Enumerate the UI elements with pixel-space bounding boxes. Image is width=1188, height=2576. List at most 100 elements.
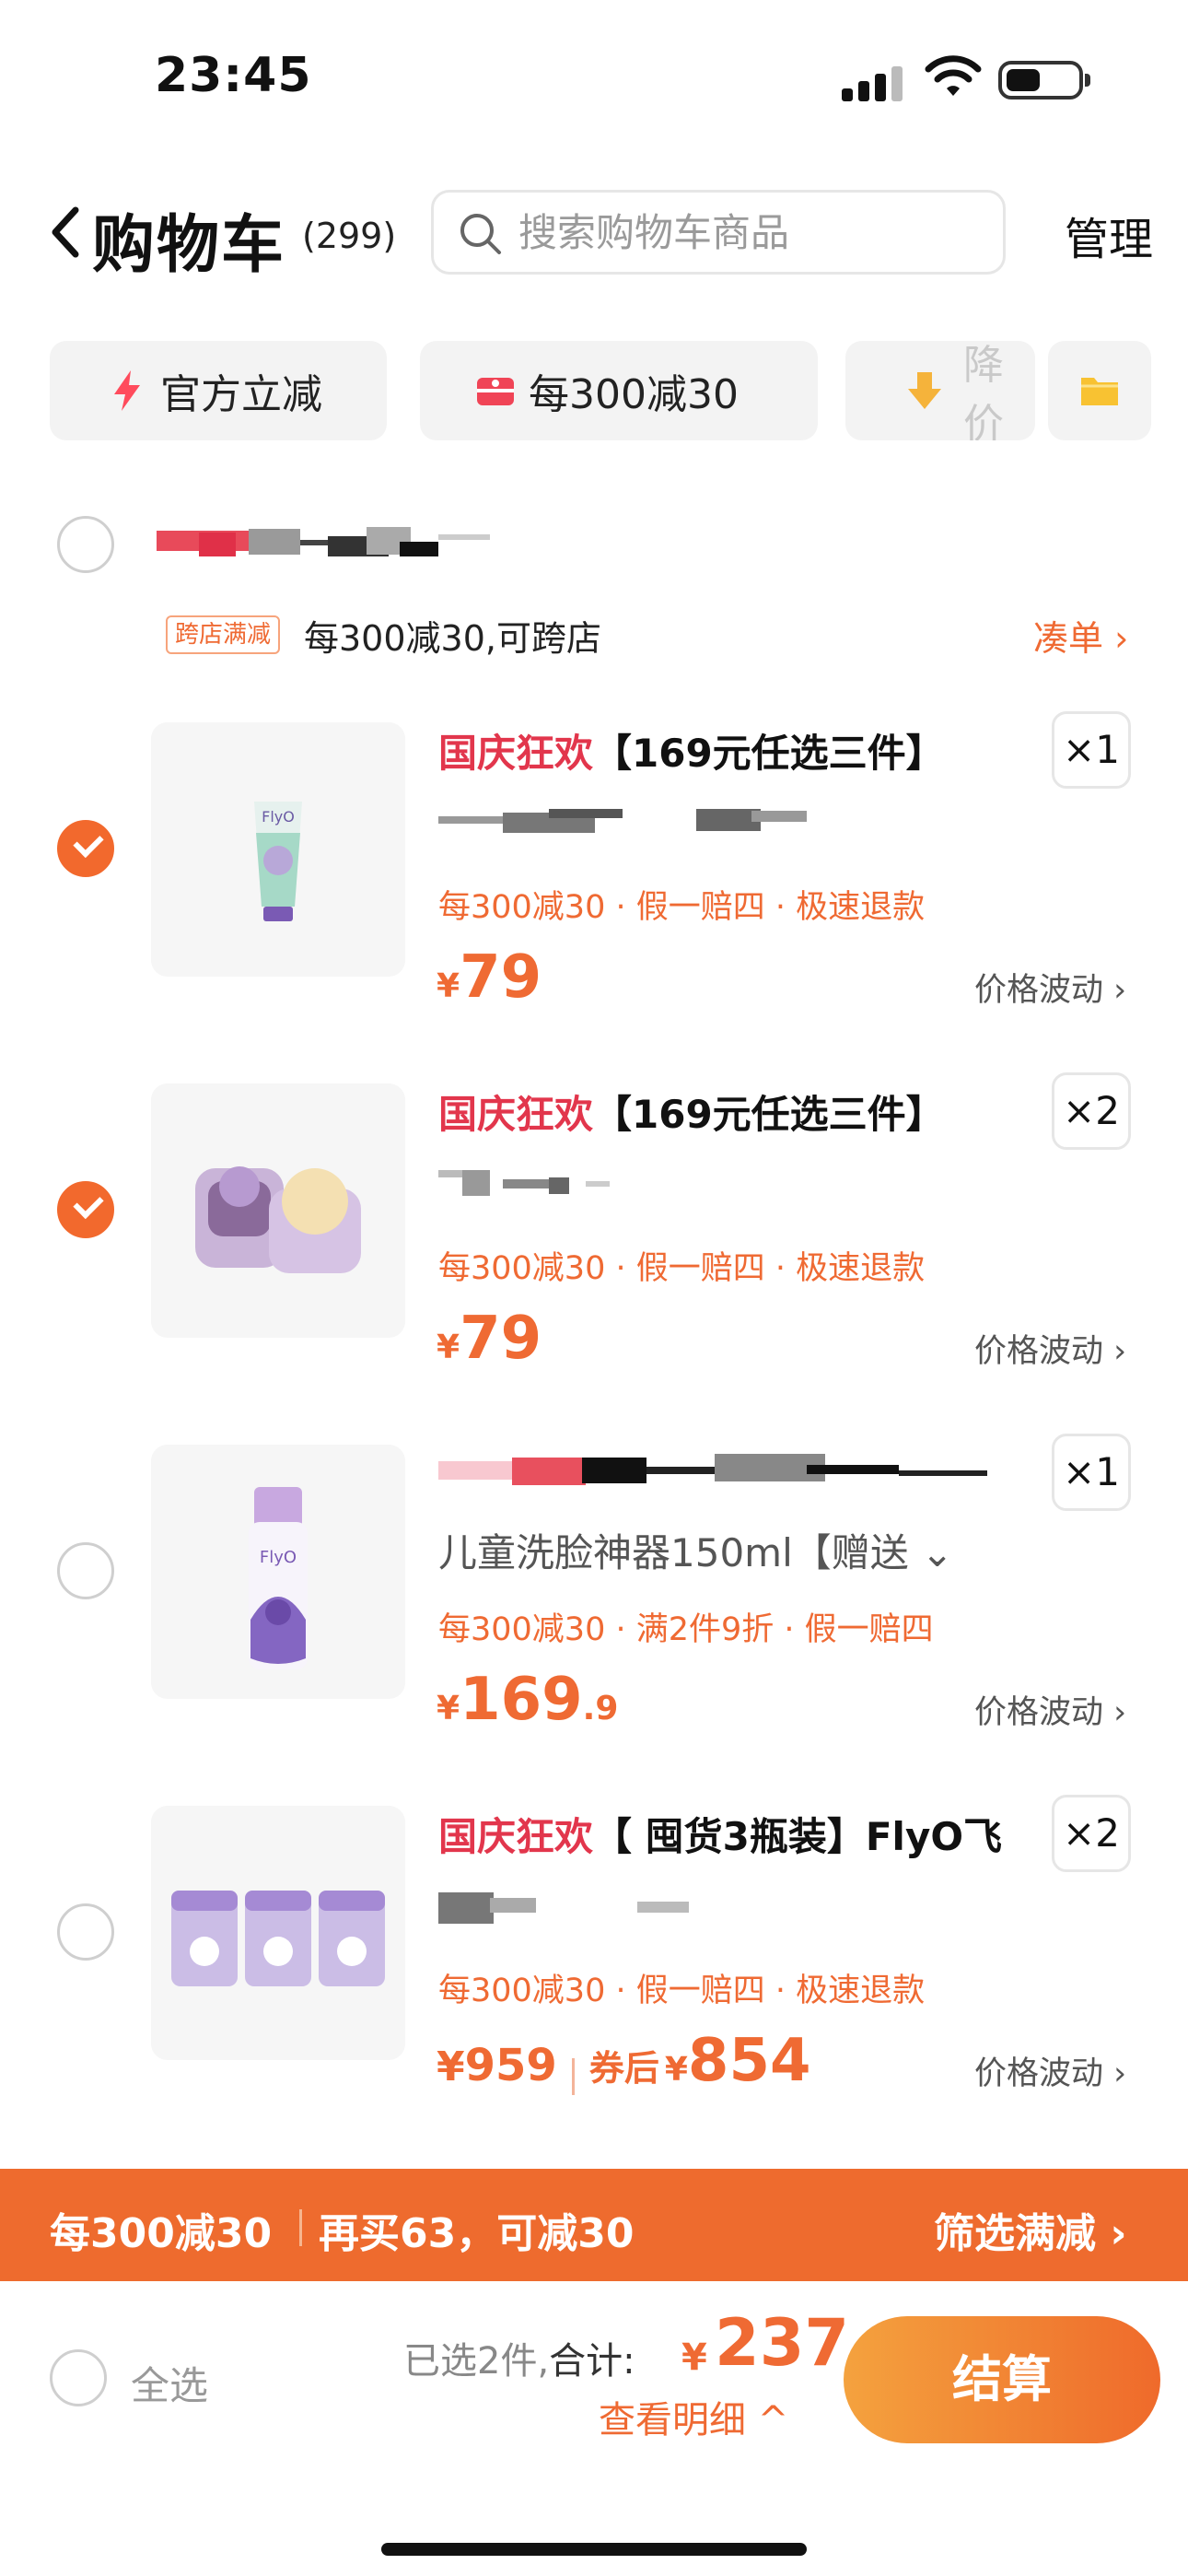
- price-fluctuation-link[interactable]: 价格波动 ›: [974, 1686, 1126, 1733]
- price-integer: 79: [460, 943, 542, 1012]
- promo-bar: 每300减30 再买63，可减30 筛选满减 ›: [0, 2169, 1188, 2281]
- promo-progress: 再买63，可减30: [319, 2210, 635, 2257]
- filter-chip-official-discount[interactable]: 官方立减: [50, 341, 387, 440]
- nav-bar: 购物车 (299) 管理: [0, 184, 1188, 286]
- price-integer: 79: [460, 1305, 542, 1373]
- product-features: 每300减30 · 假一赔四 · 极速退款: [438, 1973, 926, 2009]
- product-title-redacted[interactable]: [438, 1445, 1028, 1500]
- tube-product-image: FlyO: [151, 722, 405, 977]
- add-items-link[interactable]: 凑单 ›: [1033, 610, 1128, 661]
- price-integer: 169: [460, 1666, 583, 1734]
- select-all-label[interactable]: 全选: [131, 2355, 208, 2411]
- price-divider: [571, 2057, 575, 2095]
- product-image[interactable]: [151, 1806, 405, 2060]
- item-select-radio[interactable]: [57, 1542, 114, 1599]
- balm-product-image: [151, 1083, 405, 1338]
- cross-store-tag: 跨店满减: [166, 615, 281, 654]
- filter-chip-full-reduction[interactable]: 每300减30: [420, 341, 818, 440]
- promo-divider: [299, 2209, 302, 2246]
- search-box[interactable]: [431, 190, 1006, 275]
- product-image[interactable]: FlyO: [151, 722, 405, 977]
- store-select-radio[interactable]: [57, 516, 114, 573]
- status-time: 23:45: [155, 48, 312, 103]
- quantity-button[interactable]: ×1: [1052, 1434, 1131, 1511]
- sku-selector-redacted[interactable]: [438, 800, 1028, 846]
- coupon-label: 券后: [588, 2048, 659, 2089]
- filter-chip-label: 官方立减: [160, 371, 322, 418]
- item-select-radio[interactable]: [57, 820, 114, 877]
- product-features: 每300减30 · 假一赔四 · 极速退款: [438, 1250, 926, 1287]
- promo-highlight: 国庆狂欢: [438, 1814, 594, 1859]
- back-icon[interactable]: [44, 205, 90, 260]
- currency-symbol: ¥: [437, 1329, 460, 1366]
- product-price: ¥79: [437, 943, 542, 1012]
- search-input[interactable]: [518, 202, 979, 263]
- product-title[interactable]: 国庆狂欢【 囤货3瓶装】FlyO飞: [438, 1806, 1028, 1862]
- selected-count: 已选2件,: [403, 2340, 550, 2383]
- product-title-text: 【 囤货3瓶装】FlyO飞: [593, 1814, 1003, 1859]
- filter-chip-folder[interactable]: [1048, 341, 1151, 440]
- page-title: 购物车: [92, 209, 286, 282]
- filter-reduction-link[interactable]: 筛选满减 ›: [934, 2200, 1126, 2259]
- cart-item: FlyO ×1 儿童洗脸神器150ml【赠送 ⌄ 每300减30 · 满2件9折…: [0, 1434, 1188, 1804]
- manage-button[interactable]: 管理: [1065, 203, 1153, 267]
- product-image[interactable]: FlyO: [151, 1445, 405, 1699]
- view-details-link[interactable]: 查看明细 ^: [599, 2390, 788, 2443]
- signal-icon: [842, 64, 906, 101]
- price-fluctuation-link[interactable]: 价格波动 ›: [974, 2047, 1126, 2094]
- filter-chip-label: 降价: [963, 342, 1004, 440]
- selection-summary: 已选2件,合计:: [403, 2331, 635, 2384]
- currency-symbol: ¥: [437, 2043, 465, 2090]
- foam-product-image: FlyO: [151, 1445, 405, 1699]
- filter-chip-price-drop[interactable]: 降价: [845, 341, 1035, 440]
- currency-symbol: ¥: [437, 1690, 460, 1727]
- checkout-bar: 全选 已选2件,合计: ¥ 237 查看明细 ^ 结算: [0, 2281, 1188, 2576]
- checkout-button[interactable]: 结算: [844, 2316, 1160, 2443]
- store-promo-text: 每300减30,可跨店: [304, 618, 601, 659]
- quantity-button[interactable]: ×1: [1052, 711, 1131, 789]
- wifi-icon: [925, 55, 982, 96]
- product-title[interactable]: 国庆狂欢【169元任选三件】: [438, 1083, 1028, 1140]
- jars-product-image: [151, 1806, 405, 2060]
- coupon-price: 854: [687, 2027, 811, 2095]
- cart-page: 23:45 购物车 (299) 管理: [0, 0, 1188, 2576]
- folder-icon: [1081, 378, 1118, 405]
- product-price: ¥959 券后 ¥854: [437, 2027, 811, 2095]
- filter-chip-label: 每300减30: [529, 371, 739, 418]
- price-fluctuation-link[interactable]: 价格波动 ›: [974, 1325, 1126, 1372]
- promo-highlight: 国庆狂欢: [438, 731, 594, 776]
- svg-text:FlyO: FlyO: [262, 808, 295, 825]
- sku-selector[interactable]: 儿童洗脸神器150ml【赠送 ⌄: [438, 1522, 1028, 1575]
- cart-item: 国庆狂欢【169元任选三件】 ×2 每300减30 · 假一赔四 · 极速退款 …: [0, 1072, 1188, 1443]
- filter-chips: 官方立减 每300减30 降价: [50, 341, 1151, 440]
- battery-icon: [998, 61, 1090, 100]
- sku-selector-redacted[interactable]: [438, 1161, 1028, 1207]
- total-amount: 237: [715, 2305, 850, 2381]
- total-label: 合计:: [549, 2340, 635, 2383]
- cart-count: (299): [302, 216, 397, 256]
- sku-selector-redacted[interactable]: [438, 1883, 1028, 1929]
- original-price: 959: [464, 2040, 557, 2091]
- product-price: ¥79: [437, 1305, 542, 1373]
- currency-symbol: ¥: [437, 967, 460, 1005]
- product-image[interactable]: [151, 1083, 405, 1338]
- cart-item: 国庆狂欢【 囤货3瓶装】FlyO飞 ×2 每300减30 · 假一赔四 · 极速…: [0, 1795, 1188, 2165]
- store-header: 跨店满减 每300减30,可跨店 凑单 ›: [0, 498, 1188, 659]
- sku-text: 儿童洗脸神器150ml【赠送 ⌄: [438, 1530, 954, 1575]
- price-drop-icon: [908, 372, 941, 409]
- item-select-radio[interactable]: [57, 1903, 114, 1961]
- product-features: 每300减30 · 假一赔四 · 极速退款: [438, 889, 926, 926]
- item-select-radio[interactable]: [57, 1181, 114, 1238]
- price-fluctuation-link[interactable]: 价格波动 ›: [974, 964, 1126, 1011]
- product-title[interactable]: 国庆狂欢【169元任选三件】: [438, 722, 1028, 779]
- quantity-button[interactable]: ×2: [1052, 1795, 1131, 1872]
- quantity-button[interactable]: ×2: [1052, 1072, 1131, 1150]
- svg-text:FlyO: FlyO: [260, 1548, 297, 1567]
- promo-highlight: 国庆狂欢: [438, 1092, 594, 1137]
- currency-symbol: ¥: [681, 2336, 707, 2379]
- select-all-radio[interactable]: [50, 2349, 107, 2406]
- product-title-text: 【169元任选三件】: [593, 1092, 945, 1137]
- coupon-icon: [477, 378, 514, 405]
- status-bar: 23:45: [0, 0, 1188, 157]
- lightning-icon: [114, 370, 140, 411]
